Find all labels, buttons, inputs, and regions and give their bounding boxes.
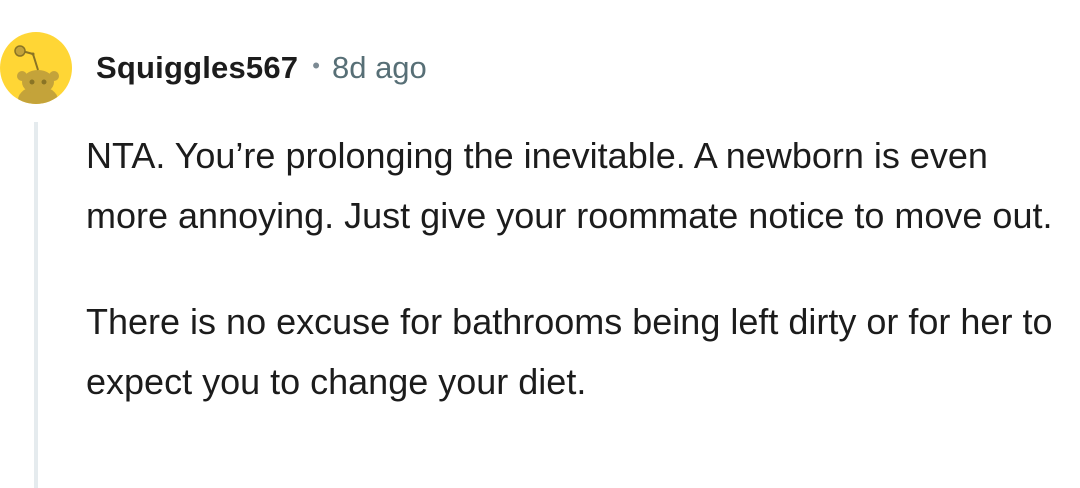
separator-dot: • (312, 53, 320, 78)
snoo-avatar-icon (14, 45, 59, 104)
comment-paragraph: There is no excuse for bathrooms being l… (86, 301, 1053, 402)
username-link[interactable]: Squiggles567 (96, 50, 298, 86)
comment-timestamp[interactable]: 8d ago (332, 50, 427, 86)
comment-paragraph: NTA. You’re prolonging the inevitable. A… (86, 135, 1053, 236)
comment-meta: Squiggles567 • 8d ago (96, 46, 427, 90)
comment: Squiggles567 • 8d ago NTA. You’re prolon… (0, 0, 1080, 488)
avatar[interactable] (0, 32, 72, 104)
comment-body: NTA. You’re prolonging the inevitable. A… (86, 126, 1056, 412)
thread-collapse-line[interactable] (34, 122, 38, 488)
